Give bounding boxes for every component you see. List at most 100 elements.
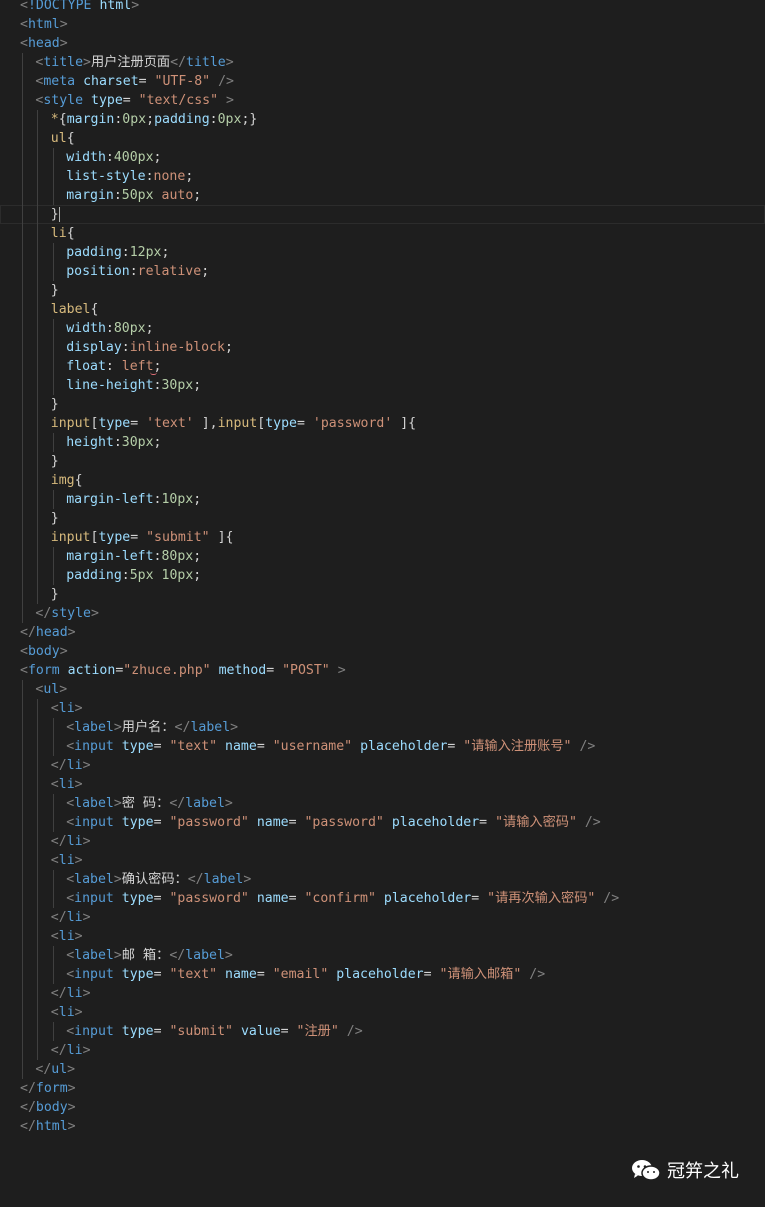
code-line[interactable]: <!DOCTYPE html> [0, 0, 765, 15]
code-line[interactable]: label{ [0, 300, 765, 319]
code-token: placeholder [336, 967, 424, 982]
code-line[interactable]: } [0, 281, 765, 300]
code-token: = [130, 530, 147, 545]
code-line[interactable]: } [0, 395, 765, 414]
indent-guide [37, 1003, 39, 1022]
code-token: > [59, 644, 68, 659]
indent-guide [22, 851, 23, 870]
code-line[interactable]: <label>邮 箱：</label> [0, 946, 765, 965]
code-token: : [121, 568, 130, 583]
code-line[interactable]: input[type= "submit" ]{ [0, 528, 765, 547]
code-line[interactable]: <li> [0, 927, 765, 946]
code-line[interactable]: margin-left:10px; [0, 490, 765, 509]
code-line[interactable]: } [0, 205, 765, 224]
code-editor[interactable]: <!DOCTYPE html> <html> <head> <title>用户注册页面… [0, 0, 765, 1136]
code-token: input [74, 967, 114, 982]
code-token: name [256, 891, 289, 906]
code-line[interactable]: <input type= "text" name= "email" placeh… [0, 965, 765, 984]
code-line[interactable]: margin-left:80px; [0, 547, 765, 566]
code-line[interactable]: input[type= 'text' ],input[type= 'passwo… [0, 414, 765, 433]
code-token: < [66, 948, 75, 963]
code-line[interactable]: </li> [0, 756, 765, 775]
code-line[interactable]: padding:12px; [0, 243, 765, 262]
indent-guide [22, 566, 23, 585]
code-text: </ul> [35, 1060, 75, 1079]
indent-guide [52, 490, 54, 509]
code-line[interactable]: position:relative; [0, 262, 765, 281]
code-token: < [66, 872, 75, 887]
code-line[interactable]: *{margin:0px;padding:0px;} [0, 110, 765, 129]
code-line[interactable]: <body> [0, 642, 765, 661]
code-token: > [113, 720, 122, 735]
code-token: < [66, 739, 75, 754]
code-line[interactable]: <li> [0, 851, 765, 870]
code-token: line-height [66, 378, 154, 393]
code-text: line-height:30px; [66, 376, 201, 395]
code-line[interactable]: </li> [0, 832, 765, 851]
code-line[interactable]: </style> [0, 604, 765, 623]
code-token: < [66, 891, 75, 906]
code-line[interactable]: width:400px; [0, 148, 765, 167]
code-token: left [121, 359, 154, 374]
code-text: </form> [20, 1079, 76, 1098]
code-token: label [50, 302, 91, 317]
code-token: { [74, 473, 83, 488]
code-line[interactable]: line-height:30px; [0, 376, 765, 395]
code-line[interactable]: <ul> [0, 680, 765, 699]
code-line[interactable]: <form action="zhuce.php" method= "POST" … [0, 661, 765, 680]
code-line[interactable]: width:80px; [0, 319, 765, 338]
code-token: ; [193, 549, 202, 564]
code-line[interactable]: </form> [0, 1079, 765, 1098]
code-line[interactable]: display:inline-block; [0, 338, 765, 357]
code-token: html [35, 1119, 68, 1134]
code-line[interactable]: </head> [0, 623, 765, 642]
code-line[interactable]: <input type= "text" name= "username" pla… [0, 737, 765, 756]
code-line[interactable]: padding:5px 10px; [0, 566, 765, 585]
code-line[interactable]: <label>确认密码：</label> [0, 870, 765, 889]
code-token: "请再次输入密码" [487, 891, 596, 906]
code-line[interactable]: <li> [0, 699, 765, 718]
code-line[interactable]: <title>用户注册页面</title> [0, 53, 765, 72]
indent-guide [52, 262, 54, 281]
code-line[interactable]: li{ [0, 224, 765, 243]
code-token: ; [153, 435, 162, 450]
code-line[interactable]: <li> [0, 775, 765, 794]
code-line[interactable]: float: left; [0, 357, 765, 376]
code-line[interactable]: } [0, 585, 765, 604]
code-token: input [74, 739, 114, 754]
code-token: type [98, 416, 131, 431]
code-line[interactable]: <input type= "submit" value= "注册" /> [0, 1022, 765, 1041]
code-line[interactable]: <meta charset= "UTF-8" /> [0, 72, 765, 91]
code-token: </ [35, 1062, 52, 1077]
code-line[interactable]: <input type= "password" name= "confirm" … [0, 889, 765, 908]
code-token: < [66, 720, 75, 735]
code-token: position [66, 264, 130, 279]
code-line[interactable]: ul{ [0, 129, 765, 148]
code-line[interactable]: <input type= "password" name= "password"… [0, 813, 765, 832]
code-line[interactable]: </ul> [0, 1060, 765, 1079]
code-line[interactable]: <li> [0, 1003, 765, 1022]
code-line[interactable]: <head> [0, 34, 765, 53]
code-line[interactable]: list-style:none; [0, 167, 765, 186]
code-text: <label>邮 箱：</label> [66, 946, 233, 965]
code-line[interactable]: </html> [0, 1117, 765, 1136]
code-line[interactable]: <style type= "text/css" > [0, 91, 765, 110]
code-line[interactable]: <html> [0, 15, 765, 34]
code-line[interactable]: height:30px; [0, 433, 765, 452]
code-line[interactable]: </li> [0, 1041, 765, 1060]
code-token: } [50, 283, 59, 298]
code-token: </ [20, 1081, 36, 1096]
code-token: </ [20, 1100, 36, 1115]
code-line[interactable]: } [0, 452, 765, 471]
code-line[interactable]: </li> [0, 984, 765, 1003]
code-line[interactable]: <label>用户名：</label> [0, 718, 765, 737]
code-line[interactable]: margin:50px auto; [0, 186, 765, 205]
code-line[interactable]: <label>密 码：</label> [0, 794, 765, 813]
code-line[interactable]: </body> [0, 1098, 765, 1117]
code-line[interactable]: </li> [0, 908, 765, 927]
code-line[interactable]: } [0, 509, 765, 528]
code-line[interactable]: img{ [0, 471, 765, 490]
indent-guide [37, 452, 39, 471]
